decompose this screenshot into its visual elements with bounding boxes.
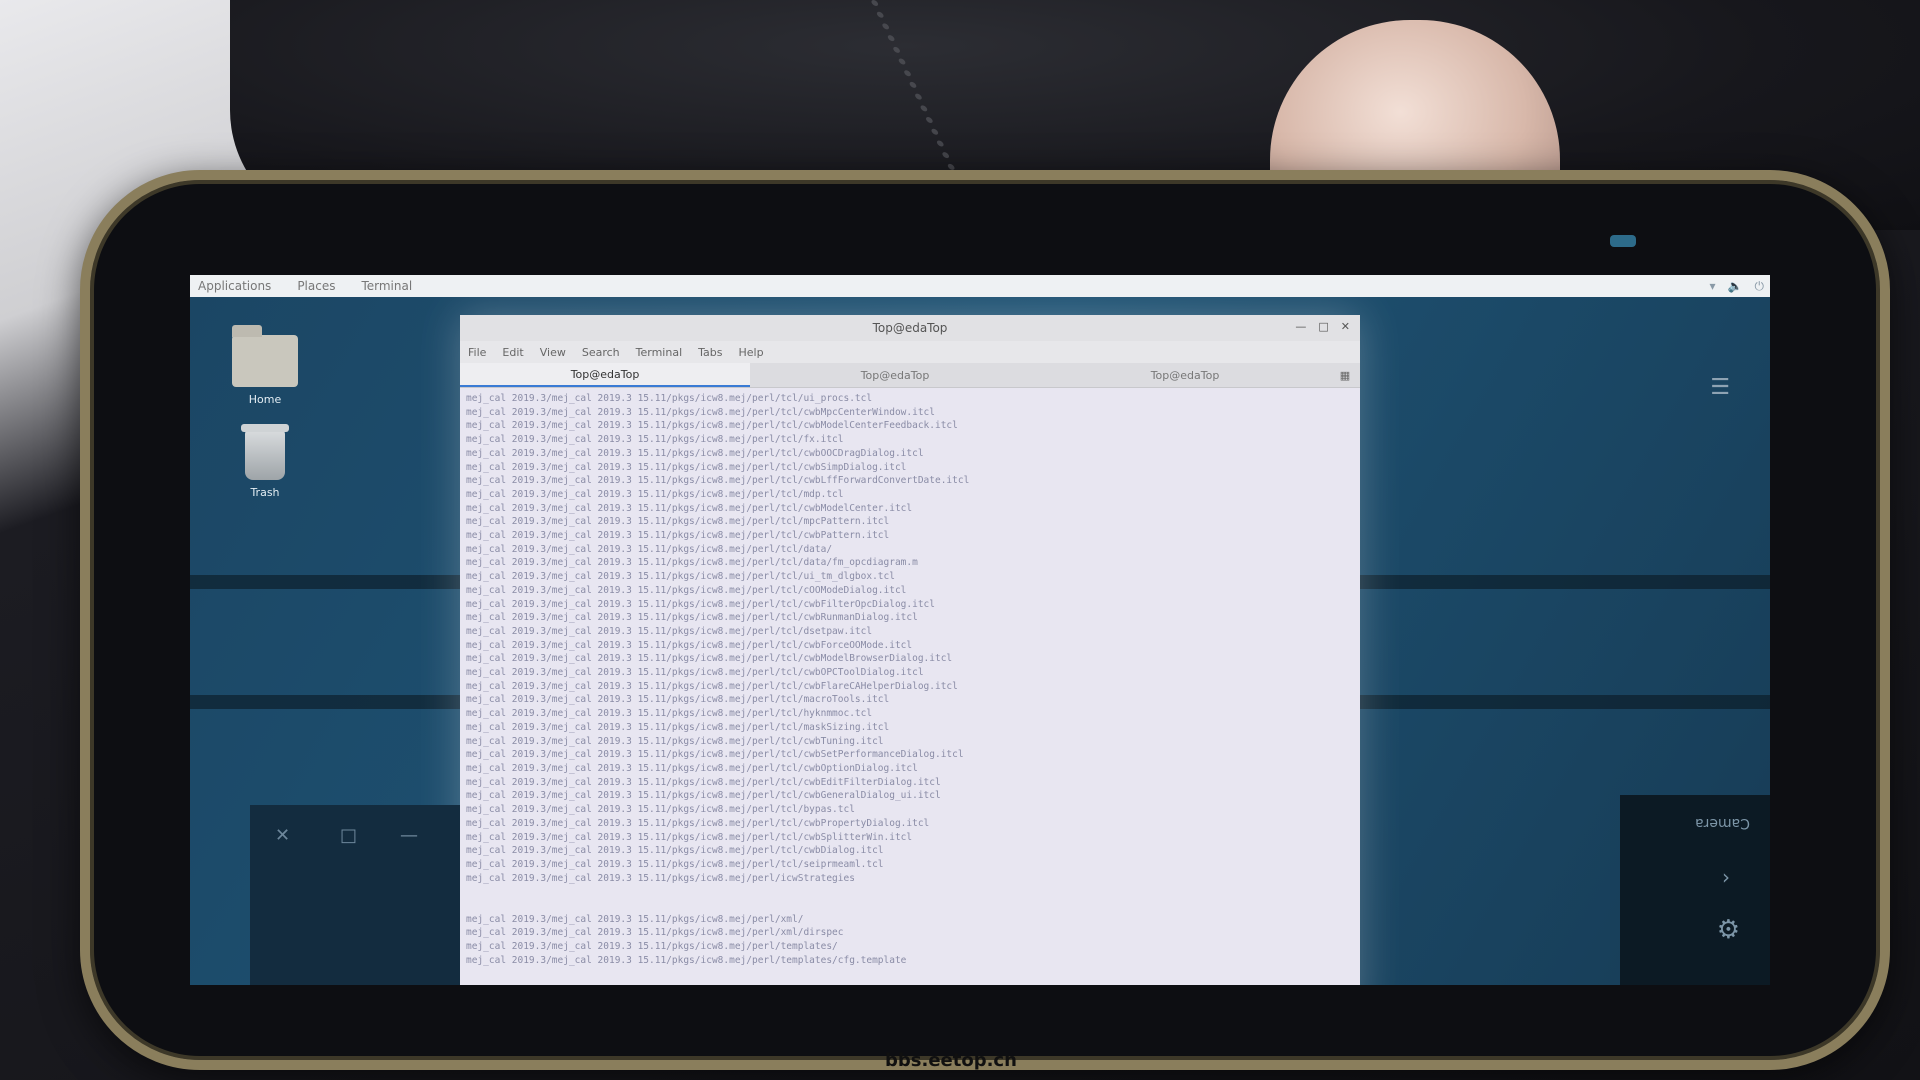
terminal-line: mej_cal 2019.3/mej_cal 2019.3 15.11/pkgs…: [466, 708, 873, 720]
phone-screen: Applications Places Terminal ▾ 🔈 ⏻ Home …: [190, 275, 1770, 985]
trash-label: Trash: [250, 486, 280, 499]
phone-nav-area: ✕ □ —: [250, 805, 460, 985]
terminal-line: mej_cal 2019.3/mej_cal 2019.3 15.11/pkgs…: [466, 680, 958, 692]
menu-edit[interactable]: Edit: [502, 346, 523, 359]
menu-search[interactable]: Search: [582, 346, 620, 359]
tab-terminal-1[interactable]: Top@edaTop: [460, 363, 750, 387]
menu-view[interactable]: View: [540, 346, 566, 359]
camera-label[interactable]: Camera: [1695, 815, 1750, 831]
terminal-line: mej_cal 2019.3/mej_cal 2019.3 15.11/pkgs…: [466, 420, 958, 432]
square-icon[interactable]: □: [340, 825, 357, 846]
close-icon[interactable]: ✕: [1341, 320, 1350, 333]
terminal-line: mej_cal 2019.3/mej_cal 2019.3 15.11/pkgs…: [466, 941, 838, 953]
tab-terminal-2[interactable]: Top@edaTop: [750, 363, 1040, 387]
terminal-titlebar[interactable]: Top@edaTop — □ ✕: [460, 315, 1360, 341]
terminal-line: mej_cal 2019.3/mej_cal 2019.3 15.11/pkgs…: [466, 612, 918, 624]
terminal-line: mej_cal 2019.3/mej_cal 2019.3 15.11/pkgs…: [466, 954, 907, 966]
terminal-line: mej_cal 2019.3/mej_cal 2019.3 15.11/pkgs…: [466, 749, 964, 761]
terminal-line: mej_cal 2019.3/mej_cal 2019.3 15.11/pkgs…: [466, 625, 873, 637]
terminal-line: mej_cal 2019.3/mej_cal 2019.3 15.11/pkgs…: [466, 461, 907, 473]
terminal-line: mej_cal 2019.3/mej_cal 2019.3 15.11/pkgs…: [466, 667, 924, 679]
terminal-line: mej_cal 2019.3/mej_cal 2019.3 15.11/pkgs…: [466, 653, 953, 665]
menu-terminal[interactable]: Terminal: [636, 346, 683, 359]
places-menu[interactable]: Places: [297, 279, 335, 293]
terminal-window: Top@edaTop — □ ✕ File Edit View Search T…: [460, 315, 1360, 985]
terminal-line: mej_cal 2019.3/mej_cal 2019.3 15.11/pkgs…: [466, 927, 844, 939]
desktop-icon-trash[interactable]: Trash: [225, 424, 305, 499]
terminal-line: mej_cal 2019.3/mej_cal 2019.3 15.11/pkgs…: [466, 804, 855, 816]
terminal-app-menu[interactable]: Terminal: [361, 279, 412, 293]
terminal-line: mej_cal 2019.3/mej_cal 2019.3 15.11/pkgs…: [466, 393, 873, 404]
network-icon: ▾: [1709, 278, 1716, 293]
terminal-line: mej_cal 2019.3/mej_cal 2019.3 15.11/pkgs…: [466, 598, 935, 610]
phone-device: Applications Places Terminal ▾ 🔈 ⏻ Home …: [80, 170, 1890, 1070]
menu-icon[interactable]: ☰: [1710, 375, 1730, 400]
minus-icon[interactable]: —: [400, 825, 418, 846]
terminal-title: Top@edaTop: [872, 321, 948, 335]
terminal-line: mej_cal 2019.3/mej_cal 2019.3 15.11/pkgs…: [466, 776, 941, 788]
terminal-line: mej_cal 2019.3/mej_cal 2019.3 15.11/pkgs…: [466, 790, 941, 802]
side-panel: Camera › ⚙: [1620, 795, 1770, 985]
terminal-line: mej_cal 2019.3/mej_cal 2019.3 15.11/pkgs…: [466, 639, 913, 651]
terminal-line: mej_cal 2019.3/mej_cal 2019.3 15.11/pkgs…: [466, 872, 855, 884]
trash-icon: [241, 424, 289, 480]
terminal-line: mej_cal 2019.3/mej_cal 2019.3 15.11/pkgs…: [466, 557, 918, 569]
maximize-icon[interactable]: □: [1318, 320, 1328, 333]
home-label: Home: [248, 393, 282, 406]
gear-icon[interactable]: ⚙: [1717, 915, 1740, 945]
terminal-line: mej_cal 2019.3/mej_cal 2019.3 15.11/pkgs…: [466, 406, 935, 418]
minimize-icon[interactable]: —: [1295, 320, 1306, 333]
folder-icon: [232, 325, 298, 387]
terminal-line: mej_cal 2019.3/mej_cal 2019.3 15.11/pkgs…: [466, 447, 924, 459]
terminal-line: mej_cal 2019.3/mej_cal 2019.3 15.11/pkgs…: [466, 530, 890, 542]
terminal-line: mej_cal 2019.3/mej_cal 2019.3 15.11/pkgs…: [466, 571, 895, 583]
terminal-line: mej_cal 2019.3/mej_cal 2019.3 15.11/pkgs…: [466, 845, 884, 857]
terminal-line: mej_cal 2019.3/mej_cal 2019.3 15.11/pkgs…: [466, 434, 844, 446]
gnome-top-bar: Applications Places Terminal ▾ 🔈 ⏻: [190, 275, 1770, 297]
terminal-output[interactable]: mej_cal 2019.3/mej_cal 2019.3 15.11/pkgs…: [460, 388, 1360, 985]
terminal-line: mej_cal 2019.3/mej_cal 2019.3 15.11/pkgs…: [466, 762, 918, 774]
terminal-line: mej_cal 2019.3/mej_cal 2019.3 15.11/pkgs…: [466, 858, 884, 870]
power-icon: ⏻: [1754, 278, 1765, 293]
desktop-icon-home[interactable]: Home: [225, 325, 305, 406]
applications-menu[interactable]: Applications: [198, 279, 271, 293]
terminal-line: mej_cal 2019.3/mej_cal 2019.3 15.11/pkgs…: [466, 913, 804, 925]
system-tray[interactable]: ▾ 🔈 ⏻: [1710, 279, 1764, 294]
menu-file[interactable]: File: [468, 346, 486, 359]
terminal-line: mej_cal 2019.3/mej_cal 2019.3 15.11/pkgs…: [466, 694, 890, 706]
volume-icon: 🔈: [1727, 278, 1743, 293]
terminal-menubar: File Edit View Search Terminal Tabs Help: [460, 341, 1360, 363]
new-tab-icon[interactable]: ▦: [1330, 363, 1360, 387]
watermark: bbs.eetop.cn: [885, 1050, 1017, 1071]
terminal-line: mej_cal 2019.3/mej_cal 2019.3 15.11/pkgs…: [466, 817, 930, 829]
terminal-line: mej_cal 2019.3/mej_cal 2019.3 15.11/pkgs…: [466, 475, 970, 487]
terminal-line: mej_cal 2019.3/mej_cal 2019.3 15.11/pkgs…: [466, 721, 890, 733]
front-camera-icon: [1610, 235, 1636, 247]
chevron-icon[interactable]: ›: [1722, 865, 1730, 889]
terminal-line: mej_cal 2019.3/mej_cal 2019.3 15.11/pkgs…: [466, 516, 890, 528]
menu-tabs[interactable]: Tabs: [698, 346, 722, 359]
terminal-line: mej_cal 2019.3/mej_cal 2019.3 15.11/pkgs…: [466, 543, 833, 555]
menu-help[interactable]: Help: [739, 346, 764, 359]
terminal-line: mej_cal 2019.3/mej_cal 2019.3 15.11/pkgs…: [466, 502, 913, 514]
tab-terminal-3[interactable]: Top@edaTop: [1040, 363, 1330, 387]
terminal-line: mej_cal 2019.3/mej_cal 2019.3 15.11/pkgs…: [466, 488, 844, 500]
close-icon[interactable]: ✕: [275, 825, 290, 846]
terminal-line: mej_cal 2019.3/mej_cal 2019.3 15.11/pkgs…: [466, 735, 884, 747]
terminal-line: mej_cal 2019.3/mej_cal 2019.3 15.11/pkgs…: [466, 584, 907, 596]
terminal-tab-bar: Top@edaTop Top@edaTop Top@edaTop ▦: [460, 363, 1360, 388]
terminal-line: mej_cal 2019.3/mej_cal 2019.3 15.11/pkgs…: [466, 831, 913, 843]
